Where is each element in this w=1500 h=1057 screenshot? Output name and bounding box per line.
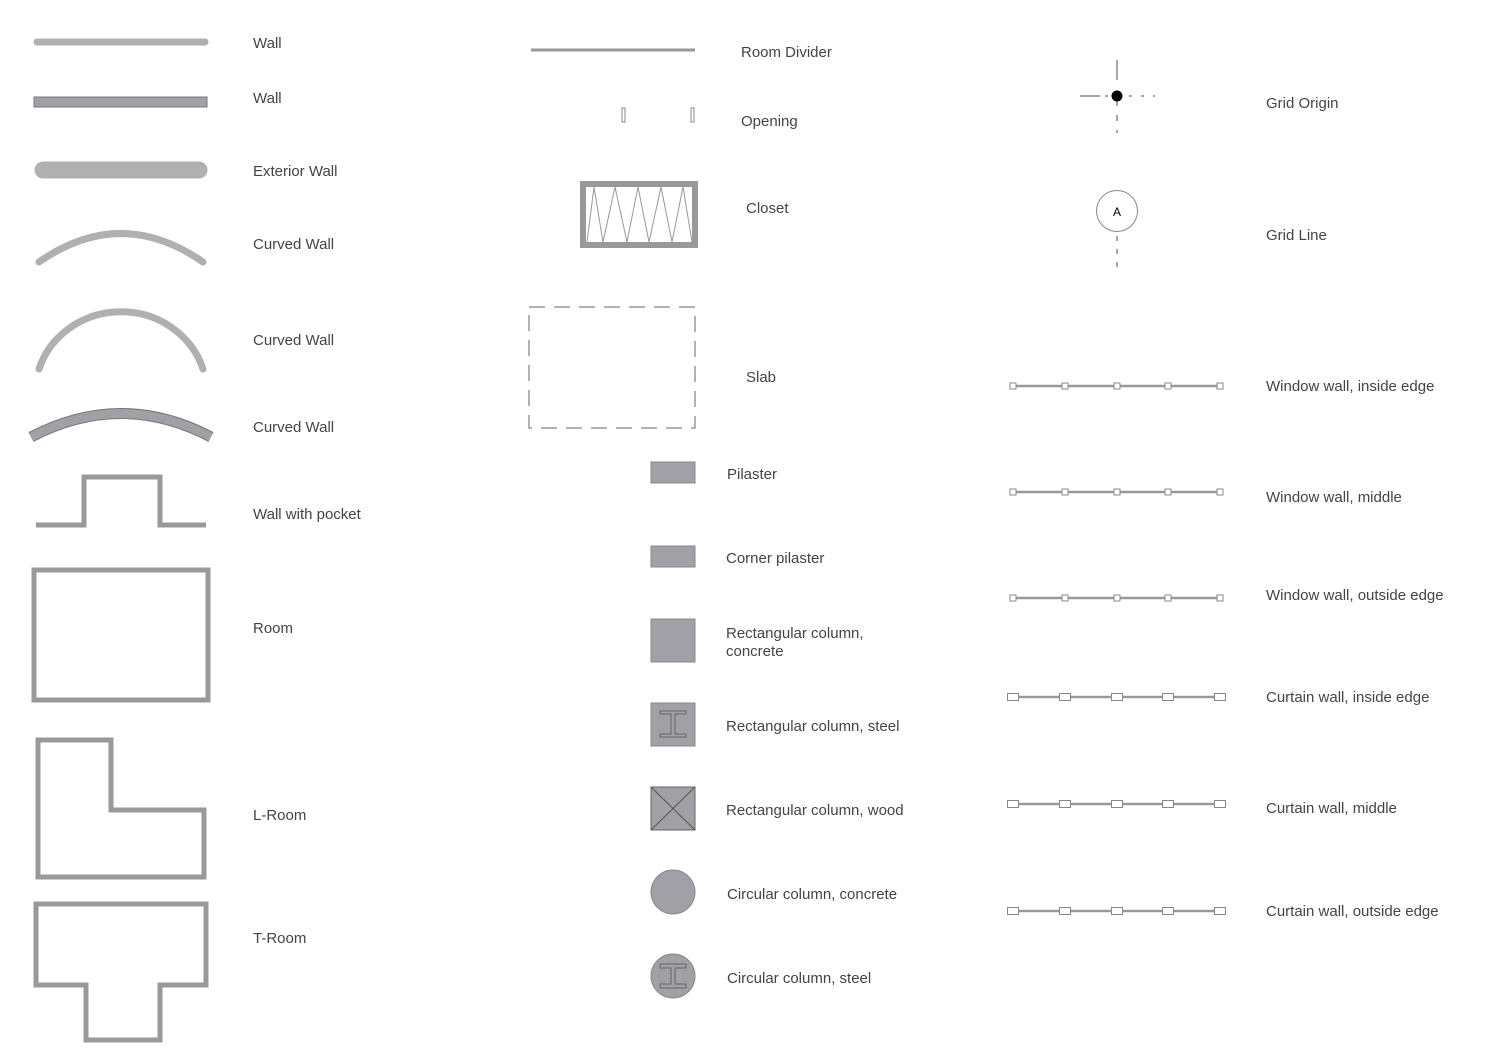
mullion-marker <box>1111 907 1123 915</box>
label-window-wall-middle: Window wall, middle <box>1266 489 1402 506</box>
opening-symbol <box>621 107 695 123</box>
window-wall-symbol <box>1009 488 1224 496</box>
mullion-marker <box>1113 382 1121 390</box>
label-wall: Wall <box>253 35 282 52</box>
curved-wall-deep-symbol <box>35 308 207 373</box>
rect-column-wood-symbol <box>650 786 696 831</box>
mullion-marker <box>1059 693 1071 701</box>
mullion-marker <box>1113 488 1121 496</box>
l-room-symbol <box>35 737 207 880</box>
label-window-wall-inside: Window wall, inside edge <box>1266 378 1435 395</box>
closet-symbol <box>580 181 698 248</box>
slab-symbol <box>528 306 696 429</box>
curtain-wall-symbol <box>1007 800 1226 808</box>
pilaster-symbol <box>650 461 696 484</box>
label-wall-with-pocket: Wall with pocket <box>253 506 361 523</box>
label-circ-column-steel: Circular column, steel <box>727 970 872 987</box>
mullion-marker <box>1162 693 1174 701</box>
rect-column-concrete-symbol <box>650 618 696 663</box>
circ-column-steel-symbol <box>650 953 696 999</box>
label-curtain-wall-outside: Curtain wall, outside edge <box>1266 903 1439 920</box>
mullion-marker <box>1214 800 1226 808</box>
label-curved-wall-2: Curved Wall <box>253 332 335 349</box>
label-opening: Opening <box>741 113 798 130</box>
mullion-marker <box>1162 907 1174 915</box>
mullion-marker <box>1164 488 1172 496</box>
mullion-marker <box>1113 594 1121 602</box>
mullion-marker <box>1164 594 1172 602</box>
mullion-marker <box>1216 488 1224 496</box>
mullion-marker <box>1059 907 1071 915</box>
mullion-marker <box>1061 594 1069 602</box>
window-wall-symbol <box>1009 594 1224 602</box>
label-slab: Slab <box>746 369 777 386</box>
label-exterior-wall: Exterior Wall <box>253 163 338 180</box>
mullion-marker <box>1216 594 1224 602</box>
label-room: Room <box>253 620 294 637</box>
mullion-marker <box>1214 907 1226 915</box>
room-symbol <box>31 567 211 703</box>
grid-line-bubble-text: A <box>1113 205 1121 219</box>
t-room-symbol <box>33 901 209 1043</box>
label-wall-2: Wall <box>253 90 282 107</box>
label-closet: Closet <box>746 200 789 217</box>
mullion-marker <box>1162 800 1174 808</box>
mullion-marker <box>1214 693 1226 701</box>
corner-pilaster-symbol <box>650 545 696 568</box>
window-wall-symbol <box>1009 382 1224 390</box>
grid-origin-symbol <box>1080 60 1155 133</box>
label-corner-pilaster: Corner pilaster <box>726 550 825 567</box>
label-curtain-wall-middle: Curtain wall, middle <box>1266 800 1397 817</box>
label-curved-wall-3: Curved Wall <box>253 419 335 436</box>
curtain-wall-symbol <box>1007 907 1226 915</box>
mullion-marker <box>1061 488 1069 496</box>
label-l-room: L-Room <box>253 807 307 824</box>
curved-wall-shallow-symbol <box>35 230 207 266</box>
mullion-marker <box>1007 693 1019 701</box>
label-rect-column-wood: Rectangular column, wood <box>726 802 904 819</box>
mullion-marker <box>1216 382 1224 390</box>
mullion-marker <box>1061 382 1069 390</box>
mullion-marker <box>1164 382 1172 390</box>
mullion-marker <box>1009 488 1017 496</box>
label-pilaster: Pilaster <box>727 466 778 483</box>
mullion-marker <box>1009 594 1017 602</box>
mullion-marker <box>1007 907 1019 915</box>
mullion-marker <box>1111 800 1123 808</box>
label-t-room: T-Room <box>253 930 307 947</box>
mullion-marker <box>1007 800 1019 808</box>
label-room-divider: Room Divider <box>741 44 832 61</box>
wall-pocket-symbol <box>36 474 206 528</box>
label-circ-column-concrete: Circular column, concrete <box>727 886 898 903</box>
floor-plan-symbol-legend: A Wall Wall Exterior Wall Curved Wall Cu… <box>0 0 1500 1057</box>
label-curtain-wall-inside: Curtain wall, inside edge <box>1266 689 1430 706</box>
circ-column-concrete-symbol <box>650 869 696 915</box>
label-rect-column-concrete: Rectangular column, concrete <box>726 625 864 660</box>
label-window-wall-outside: Window wall, outside edge <box>1266 587 1444 604</box>
mullion-marker <box>1009 382 1017 390</box>
mullion-marker <box>1111 693 1123 701</box>
curtain-wall-symbol <box>1007 693 1226 701</box>
label-curved-wall-1: Curved Wall <box>253 236 335 253</box>
curved-wall-thick-symbol <box>28 408 214 442</box>
grid-line-symbol <box>1096 190 1138 267</box>
mullion-marker <box>1059 800 1071 808</box>
label-grid-origin: Grid Origin <box>1266 95 1339 112</box>
rect-column-steel-symbol <box>650 702 696 747</box>
label-grid-line: Grid Line <box>1266 227 1327 244</box>
label-rect-column-steel: Rectangular column, steel <box>726 718 900 735</box>
wall-rect-symbol <box>33 96 208 108</box>
